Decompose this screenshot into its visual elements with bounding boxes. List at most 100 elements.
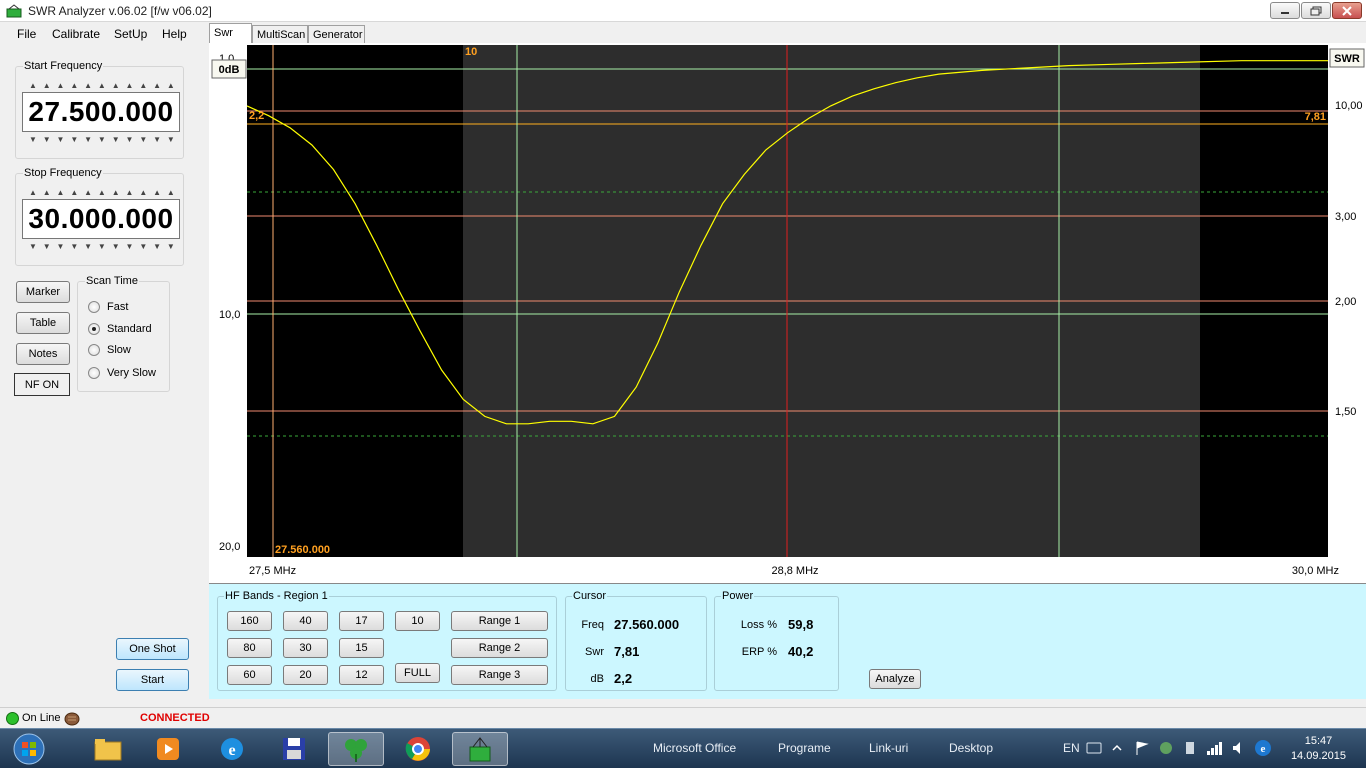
tab-swr[interactable]: Swr (209, 23, 252, 44)
cursor-group: Cursor Freq 27.560.000 Swr 7,81 dB 2,2 (565, 590, 707, 691)
marker-button[interactable]: Marker (16, 281, 70, 303)
menu-calibrate[interactable]: Calibrate (52, 27, 100, 41)
show-hidden-icons-icon[interactable] (1112, 743, 1122, 753)
taskbar-media-player[interactable] (140, 732, 196, 766)
network-share-icon[interactable] (1158, 740, 1174, 756)
stop-frequency-down-arrows[interactable]: ▼ ▼ ▼ ▼ ▼ ▼ ▼ ▼ ▼ ▼ ▼ (26, 243, 178, 251)
band-40-button[interactable]: 40 (283, 611, 328, 631)
nf-on-button[interactable]: NF ON (14, 373, 70, 396)
scan-standard-radio[interactable]: Standard (88, 323, 152, 335)
window-title: SWR Analyzer v.06.02 [f/w v06.02] (28, 4, 212, 18)
action-center-flag-icon[interactable] (1134, 740, 1150, 756)
stop-frequency-label: Stop Frequency (23, 167, 103, 179)
taskbar-save-app[interactable] (266, 732, 322, 766)
notes-button[interactable]: Notes (16, 343, 70, 365)
swr-chart[interactable]: 1,0 10,0 20,0 10,00 3,00 2,00 1,50 0dB S… (209, 43, 1366, 583)
volume-icon[interactable] (1231, 740, 1247, 756)
start-frequency-input[interactable]: 27.500.000 (22, 92, 180, 132)
range-2-button[interactable]: Range 2 (451, 638, 548, 658)
start-button[interactable]: Start (116, 669, 189, 691)
cursor-freq-value: 27.560.000 (614, 617, 680, 632)
band-17-button[interactable]: 17 (339, 611, 384, 631)
taskbar-solitaire[interactable] (328, 732, 384, 766)
tab-generator[interactable]: Generator (308, 25, 365, 44)
start-menu-button[interactable] (2, 732, 56, 766)
clover-icon (345, 739, 367, 762)
band-10-button[interactable]: 10 (395, 611, 440, 631)
online-indicator-icon (6, 712, 19, 725)
swr-axis-label: SWR (1334, 53, 1360, 65)
cursor-freq-label: Freq (581, 619, 604, 631)
start-frequency-label: Start Frequency (23, 60, 104, 72)
band-12-button[interactable]: 12 (339, 665, 384, 685)
svg-text:e: e (1261, 743, 1266, 755)
band-30-button[interactable]: 30 (283, 638, 328, 658)
hf-bands-label: HF Bands - Region 1 (224, 590, 329, 602)
minimize-button[interactable] (1270, 2, 1300, 19)
right-tick-label: 3,00 (1335, 211, 1356, 223)
usb-plug-icon (64, 712, 80, 726)
taskbar-toolbar-programe[interactable]: Programe (778, 741, 831, 755)
cursor-db-label: 2,2 (249, 110, 264, 122)
one-shot-button[interactable]: One Shot (116, 638, 189, 660)
taskbar-chrome[interactable] (390, 732, 446, 766)
start-frequency-up-arrows[interactable]: ▲ ▲ ▲ ▲ ▲ ▲ ▲ ▲ ▲ ▲ ▲ (26, 82, 178, 90)
band-20-button[interactable]: 20 (283, 665, 328, 685)
analyze-button[interactable]: Analyze (869, 669, 921, 689)
system-clock[interactable]: 15:47 14.09.2015 (1291, 734, 1346, 764)
right-tick-label: 10,00 (1335, 100, 1363, 112)
power-group: Power Loss % 59,8 ERP % 40,2 (714, 590, 839, 691)
scan-fast-label: Fast (107, 301, 129, 313)
restore-button[interactable] (1301, 2, 1331, 19)
title-bar: SWR Analyzer v.06.02 [f/w v06.02] (0, 0, 1366, 22)
chrome-icon (405, 737, 430, 761)
right-tick-label: 1,50 (1335, 406, 1356, 418)
scan-fast-radio[interactable]: Fast (88, 301, 128, 313)
taskbar-toolbar-link-uri[interactable]: Link-uri (869, 741, 908, 755)
menu-file[interactable]: File (17, 27, 36, 41)
range-1-button[interactable]: Range 1 (451, 611, 548, 631)
menu-help[interactable]: Help (162, 27, 187, 41)
scan-very-slow-radio[interactable]: Very Slow (88, 367, 156, 379)
taskbar-toolbar-microsoft-office[interactable]: Microsoft Office (653, 741, 736, 755)
table-button[interactable]: Table (16, 312, 70, 334)
tab-multiscan[interactable]: MultiScan (252, 25, 308, 44)
internet-explorer-icon: e (221, 738, 243, 760)
media-player-icon (157, 738, 179, 760)
browser-tray-icon[interactable]: e (1254, 739, 1272, 757)
keyboard-icon[interactable] (1086, 742, 1102, 754)
taskbar-explorer[interactable] (80, 732, 136, 766)
cursor-frequency-label: 27.560.000 (275, 544, 330, 556)
menu-setup[interactable]: SetUp (114, 27, 147, 41)
stop-frequency-input[interactable]: 30.000.000 (22, 199, 180, 239)
taskbar-toolbar-desktop[interactable]: Desktop (949, 741, 993, 755)
band-full-button[interactable]: FULL (395, 663, 440, 683)
range-3-button[interactable]: Range 3 (451, 665, 548, 685)
radio-icon (88, 344, 100, 356)
band-80-button[interactable]: 80 (227, 638, 272, 658)
app-icon (6, 4, 22, 18)
taskbar-internet-explorer[interactable]: e (204, 732, 260, 766)
menu-bar: File Calibrate SetUp Help (0, 24, 205, 44)
windows-orb-icon (13, 733, 45, 765)
stop-frequency-up-arrows[interactable]: ▲ ▲ ▲ ▲ ▲ ▲ ▲ ▲ ▲ ▲ ▲ (26, 189, 178, 197)
radio-icon (88, 301, 100, 313)
band-160-button[interactable]: 160 (227, 611, 272, 631)
network-signal-icon[interactable] (1206, 740, 1224, 756)
band-60-button[interactable]: 60 (227, 665, 272, 685)
language-indicator[interactable]: EN (1063, 741, 1080, 755)
hf-bands-group: HF Bands - Region 1 160 40 17 10 Range 1… (217, 590, 557, 691)
close-button[interactable] (1332, 2, 1362, 19)
swr-chart-area[interactable]: 1,0 10,0 20,0 10,00 3,00 2,00 1,50 0dB S… (209, 43, 1366, 583)
band-15-button[interactable]: 15 (339, 638, 384, 658)
usb-device-icon[interactable] (1182, 740, 1198, 756)
cursor-swr-label: 7,81 (1305, 111, 1326, 123)
loss-label: Loss % (740, 619, 777, 631)
scan-slow-radio[interactable]: Slow (88, 344, 131, 356)
taskbar-swr-analyzer[interactable] (452, 732, 508, 766)
start-frequency-down-arrows[interactable]: ▼ ▼ ▼ ▼ ▼ ▼ ▼ ▼ ▼ ▼ ▼ (26, 136, 178, 144)
close-icon (1342, 5, 1352, 16)
marker-top-label: 10 (465, 46, 477, 58)
restore-icon (1310, 6, 1322, 15)
x-tick-label: 27,5 MHz (249, 565, 296, 577)
